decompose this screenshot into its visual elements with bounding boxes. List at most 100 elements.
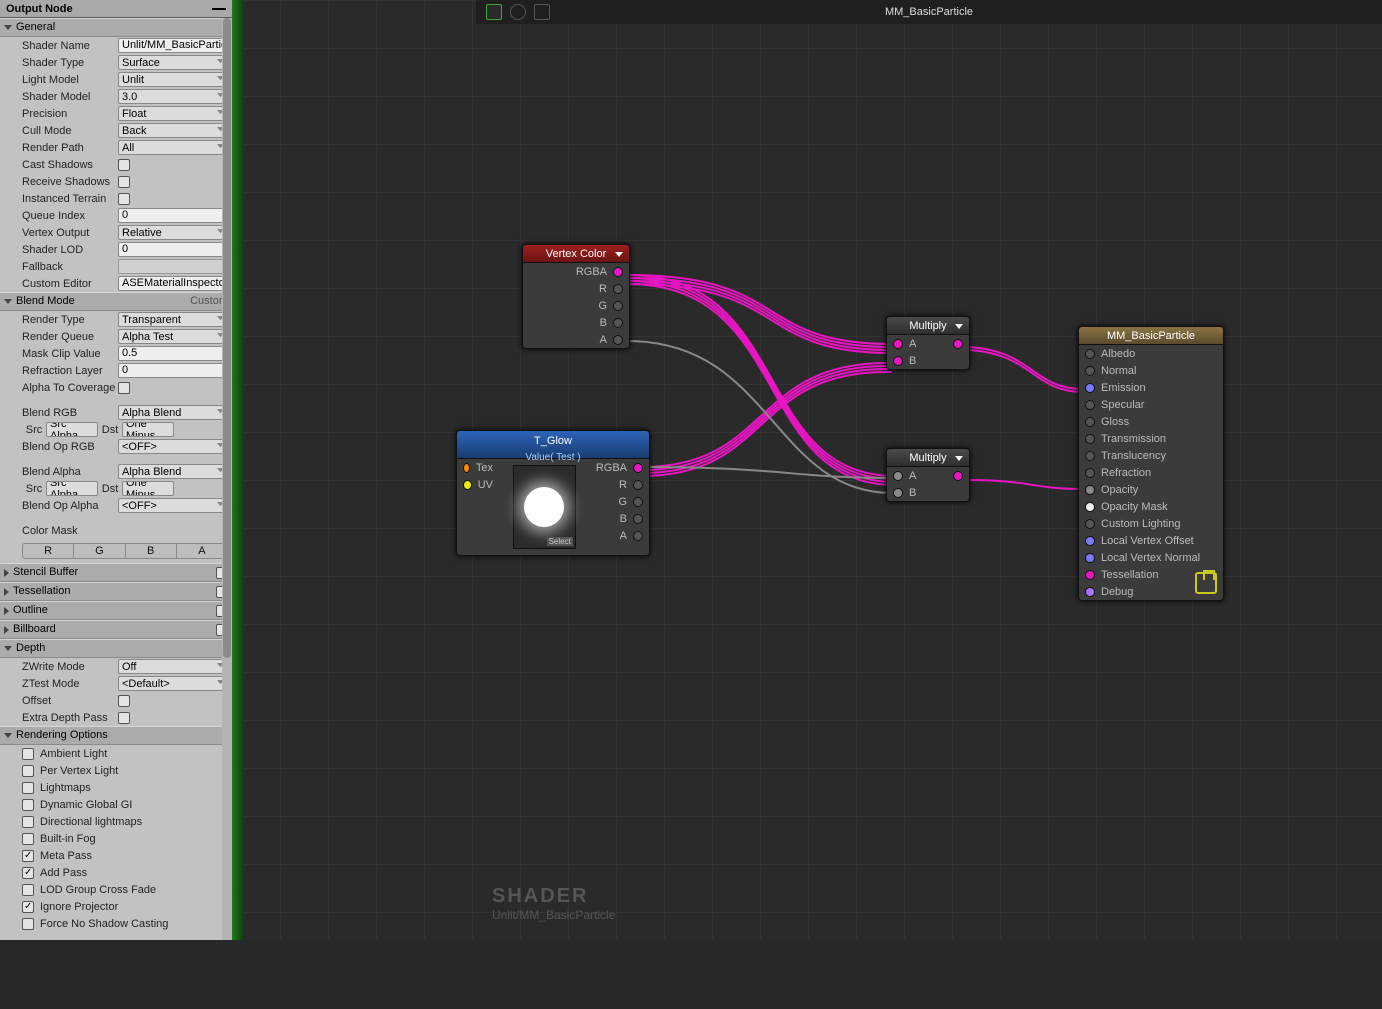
queue-index-field[interactable]: 0	[118, 208, 228, 223]
node-tglow[interactable]: T_GlowValue( Test ) Tex UV Select RGBARG…	[456, 430, 650, 556]
section-general[interactable]: General	[0, 18, 232, 37]
opt-force-no-shadow-casting-checkbox[interactable]	[22, 918, 34, 930]
custom-editor-field[interactable]: ASEMaterialInspector	[118, 276, 228, 291]
color-mask-r[interactable]: R	[23, 544, 73, 558]
port-g-out[interactable]	[613, 301, 623, 311]
section-billboard[interactable]: Billboard	[0, 620, 232, 639]
port-tessellation-in[interactable]	[1085, 570, 1095, 580]
port-out[interactable]	[953, 339, 963, 349]
instanced-terrain-checkbox[interactable]	[118, 193, 130, 205]
port-opacity-mask-in[interactable]	[1085, 502, 1095, 512]
render-queue-dropdown[interactable]: Alpha Test	[118, 329, 228, 344]
port-b-out[interactable]	[633, 514, 643, 524]
port-b-out[interactable]	[613, 318, 623, 328]
cast-shadows-checkbox[interactable]	[118, 159, 130, 171]
opt-dynamic-global-gi-checkbox[interactable]	[22, 799, 34, 811]
blend-alpha-dropdown[interactable]: Alpha Blend	[118, 464, 228, 479]
blend-rgb-dropdown[interactable]: Alpha Blend	[118, 405, 228, 420]
port-out[interactable]	[953, 471, 963, 481]
port-a-out[interactable]	[633, 531, 643, 541]
ztest-dropdown[interactable]: <Default>	[118, 676, 228, 691]
node-multiply-2[interactable]: Multiply A B	[886, 448, 970, 502]
color-mask-a[interactable]: A	[176, 544, 227, 558]
port-uv-in[interactable]	[463, 480, 472, 490]
port-in-b[interactable]	[893, 488, 903, 498]
inspector-scrollbar[interactable]	[222, 18, 232, 940]
opt-per-vertex-light-checkbox[interactable]	[22, 765, 34, 777]
fallback-field[interactable]	[118, 259, 228, 274]
section-blend-mode[interactable]: Blend ModeCustom	[0, 292, 232, 311]
port-in-a[interactable]	[893, 339, 903, 349]
port-gloss-in[interactable]	[1085, 417, 1095, 427]
texture-preview[interactable]: Select	[513, 465, 576, 549]
port-in-a[interactable]	[893, 471, 903, 481]
port-local-vertex-offset-in[interactable]	[1085, 536, 1095, 546]
render-path-dropdown[interactable]: All	[118, 140, 228, 155]
shader-model-dropdown[interactable]: 3.0	[118, 89, 228, 104]
src-alpha-dropdown[interactable]: Src Alpha	[46, 481, 98, 496]
chevron-down-icon[interactable]	[955, 324, 963, 329]
live-preview-icon[interactable]	[486, 4, 502, 20]
opt-directional-lightmaps-checkbox[interactable]	[22, 816, 34, 828]
node-output-master[interactable]: MM_BasicParticle AlbedoNormalEmissionSpe…	[1078, 326, 1224, 601]
port-transmission-in[interactable]	[1085, 434, 1095, 444]
port-a-out[interactable]	[613, 335, 623, 345]
opt-ignore-projector-checkbox[interactable]	[22, 901, 34, 913]
opt-lod-group-cross-fade-checkbox[interactable]	[22, 884, 34, 896]
opt-built-in-fog-checkbox[interactable]	[22, 833, 34, 845]
offset-checkbox[interactable]	[118, 695, 130, 707]
color-mask-g[interactable]: G	[73, 544, 124, 558]
port-opacity-in[interactable]	[1085, 485, 1095, 495]
console-icon[interactable]	[534, 4, 550, 20]
preview-circle-icon[interactable]	[510, 4, 526, 20]
shader-lod-field[interactable]: 0	[118, 242, 228, 257]
select-button[interactable]: Select	[547, 537, 573, 546]
vertex-output-dropdown[interactable]: Relative	[118, 225, 228, 240]
opt-ambient-light-checkbox[interactable]	[22, 748, 34, 760]
port-translucency-in[interactable]	[1085, 451, 1095, 461]
shader-type-dropdown[interactable]: Surface	[118, 55, 228, 70]
light-model-dropdown[interactable]: Unlit	[118, 72, 228, 87]
cull-mode-dropdown[interactable]: Back	[118, 123, 228, 138]
port-r-out[interactable]	[633, 480, 643, 490]
port-g-out[interactable]	[633, 497, 643, 507]
alpha-to-coverage-checkbox[interactable]	[118, 382, 130, 394]
minimize-icon[interactable]	[212, 8, 226, 10]
shader-name-field[interactable]: Unlit/MM_BasicParticle	[118, 38, 228, 53]
chevron-down-icon[interactable]	[615, 252, 623, 257]
port-in-b[interactable]	[893, 356, 903, 366]
opt-lightmaps-checkbox[interactable]	[22, 782, 34, 794]
port-r-out[interactable]	[613, 284, 623, 294]
node-canvas[interactable]: MM_BasicParticle Vertex Color RGBARGBA M…	[232, 0, 1382, 940]
opt-meta-pass-checkbox[interactable]	[22, 850, 34, 862]
section-depth[interactable]: Depth	[0, 639, 232, 658]
port-refraction-in[interactable]	[1085, 468, 1095, 478]
opt-add-pass-checkbox[interactable]	[22, 867, 34, 879]
refraction-layer-field[interactable]: 0	[118, 363, 228, 378]
node-vertex-color[interactable]: Vertex Color RGBARGBA	[522, 244, 630, 349]
extra-depth-pass-checkbox[interactable]	[118, 712, 130, 724]
color-mask-toggles[interactable]: RGBA	[22, 543, 228, 559]
section-tessellation[interactable]: Tessellation	[0, 582, 232, 601]
blend-op-alpha-dropdown[interactable]: <OFF>	[118, 498, 228, 513]
port-local-vertex-normal-in[interactable]	[1085, 553, 1095, 563]
node-multiply-1[interactable]: Multiply A B	[886, 316, 970, 370]
port-emission-in[interactable]	[1085, 383, 1095, 393]
section-outline[interactable]: Outline	[0, 601, 232, 620]
save-icon[interactable]	[1195, 572, 1217, 594]
port-rgba-out[interactable]	[613, 267, 623, 277]
mask-clip-field[interactable]: 0.5	[118, 346, 228, 361]
port-albedo-in[interactable]	[1085, 349, 1095, 359]
render-type-dropdown[interactable]: Transparent	[118, 312, 228, 327]
src-rgb-dropdown[interactable]: Src Alpha	[46, 422, 98, 437]
port-specular-in[interactable]	[1085, 400, 1095, 410]
port-normal-in[interactable]	[1085, 366, 1095, 376]
blend-op-rgb-dropdown[interactable]: <OFF>	[118, 439, 228, 454]
color-mask-b[interactable]: B	[125, 544, 176, 558]
zwrite-dropdown[interactable]: Off	[118, 659, 228, 674]
receive-shadows-checkbox[interactable]	[118, 176, 130, 188]
section-rendering-options[interactable]: Rendering Options	[0, 726, 232, 745]
port-debug-in[interactable]	[1085, 587, 1095, 597]
dst-rgb-dropdown[interactable]: One Minus	[122, 422, 174, 437]
precision-dropdown[interactable]: Float	[118, 106, 228, 121]
